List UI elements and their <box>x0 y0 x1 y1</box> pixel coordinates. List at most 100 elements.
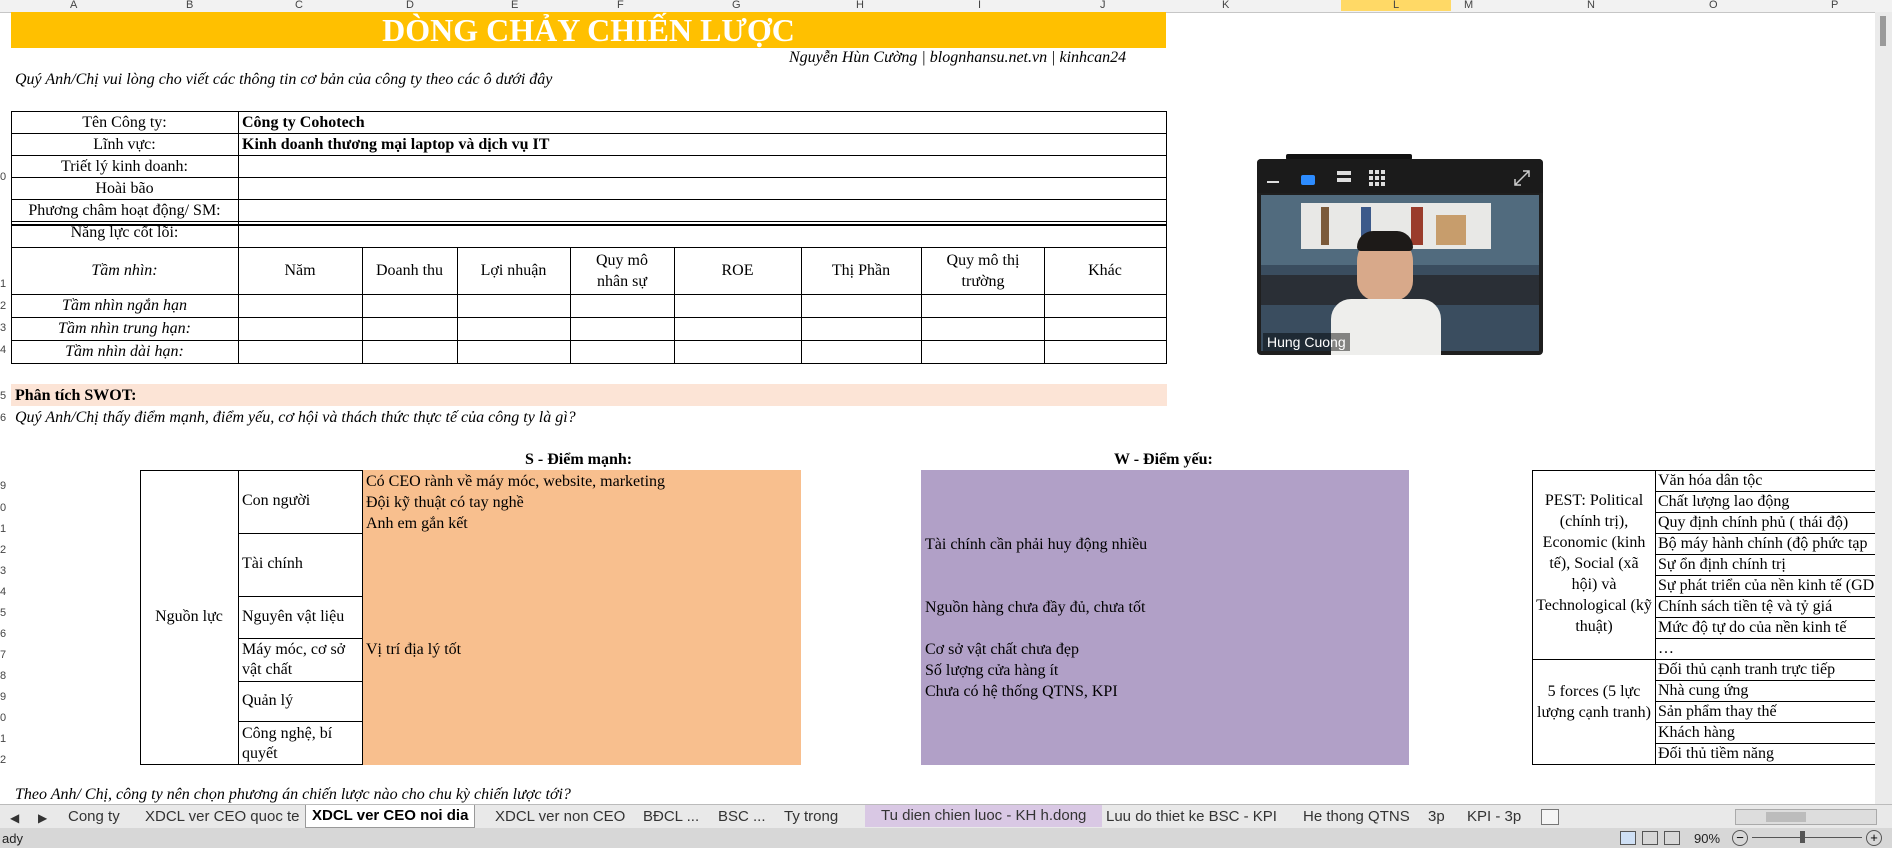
author-line[interactable]: Nguyễn Hùn Cường | blognhansu.net.vn | k… <box>789 49 1126 67</box>
category-materials[interactable]: Nguyên vật liệu <box>242 608 344 626</box>
tab-he-thong-qtns[interactable]: He thong QTNS <box>1303 808 1410 825</box>
row-header[interactable]: 8 <box>0 670 9 682</box>
tab-ty-trong[interactable]: Ty trong <box>784 808 838 825</box>
row-header[interactable]: 0 <box>0 502 9 514</box>
row-header[interactable]: 2 <box>0 754 9 766</box>
vision-row-long[interactable]: Tầm nhìn dài hạn: <box>11 343 238 361</box>
pest-item[interactable]: Chính sách tiền tệ và tỷ giá <box>1658 598 1832 616</box>
row-header[interactable]: 6 <box>0 412 9 424</box>
tab-scroll-left-icon[interactable]: ◀ <box>10 811 19 825</box>
tab-kpi-3p[interactable]: KPI - 3p <box>1467 808 1521 825</box>
zoom-slider-thumb[interactable] <box>1800 831 1805 843</box>
column-header-o[interactable]: O <box>1709 0 1718 11</box>
weaknesses-block[interactable] <box>921 470 1409 765</box>
video-window[interactable]: Hung Cuong <box>1257 159 1543 355</box>
tab-xdcl-ceo-noi-dia[interactable]: XDCL ver CEO noi dia <box>305 805 476 828</box>
strategy-question[interactable]: Theo Anh/ Chị, công ty nên chọn phương á… <box>15 786 571 804</box>
field-value[interactable]: Kinh doanh thương mại laptop và dịch vụ … <box>242 136 549 154</box>
row-header[interactable]: 9 <box>0 691 9 703</box>
category-equipment[interactable]: Máy móc, cơ sở vật chất <box>242 640 360 680</box>
row-header[interactable]: 1 <box>0 278 9 290</box>
vision-col-market-size[interactable]: Quy mô thị trường <box>931 250 1035 292</box>
column-header-g[interactable]: G <box>732 0 741 11</box>
row-header[interactable]: 2 <box>0 544 9 556</box>
pest-label[interactable]: PEST: Political (chính trị), Economic (k… <box>1535 490 1653 637</box>
force-item[interactable]: Đối thủ tiềm năng <box>1658 745 1774 763</box>
zoom-out-icon[interactable]: − <box>1732 830 1748 846</box>
column-header-i[interactable]: I <box>978 0 981 11</box>
force-item[interactable]: Sản phẩm thay thế <box>1658 703 1777 721</box>
column-header-d[interactable]: D <box>406 0 414 11</box>
column-header-j[interactable]: J <box>1100 0 1106 11</box>
column-header-f[interactable]: F <box>617 0 624 11</box>
column-header-p[interactable]: P <box>1831 0 1838 11</box>
core-competence-label[interactable]: Năng lực cốt lõi: <box>11 224 238 242</box>
speaker-view-icon[interactable] <box>1301 175 1315 185</box>
row-header[interactable]: 3 <box>0 565 9 577</box>
row-header[interactable]: 9 <box>0 480 9 492</box>
instruction-text[interactable]: Quý Anh/Chị vui lòng cho viết các thông … <box>15 71 552 89</box>
vision-col-profit[interactable]: Lợi nhuận <box>457 262 570 280</box>
tab-cong-ty[interactable]: Cong ty <box>68 808 120 825</box>
gallery-strip-icon[interactable] <box>1337 171 1351 185</box>
vision-col-headcount[interactable]: Quy mô nhân sự <box>582 250 662 292</box>
strength-item[interactable]: Vị trí địa lý tốt <box>366 641 461 659</box>
scrollbar-thumb[interactable] <box>1880 16 1886 46</box>
category-management[interactable]: Quản lý <box>242 692 293 710</box>
row-header[interactable]: 1 <box>0 523 9 535</box>
tab-bsc[interactable]: BSC ... <box>718 808 766 825</box>
weakness-item[interactable]: Chưa có hệ thống QTNS, KPI <box>925 683 1118 701</box>
tab-3p[interactable]: 3p <box>1428 808 1445 825</box>
pest-item[interactable]: Chất lượng lao động <box>1658 493 1789 511</box>
pest-item[interactable]: Quy định chính phủ ( thái độ) <box>1658 514 1848 532</box>
strength-item[interactable]: Đội kỹ thuật có tay nghề <box>366 494 524 512</box>
pest-item[interactable]: Sự phát triển của nền kinh tế (GD <box>1658 577 1874 595</box>
company-name-label[interactable]: Tên Công ty: <box>11 114 238 132</box>
weaknesses-header[interactable]: W - Điểm yếu: <box>1114 451 1213 469</box>
column-header-m[interactable]: M <box>1464 0 1473 11</box>
five-forces-label[interactable]: 5 forces (5 lực lượng cạnh tranh) <box>1535 681 1653 723</box>
vision-col-other[interactable]: Khác <box>1044 262 1166 280</box>
mission-label[interactable]: Phương châm hoạt động/ SM: <box>11 202 238 220</box>
column-header-h[interactable]: H <box>856 0 864 11</box>
strength-item[interactable]: Anh em gắn kết <box>366 515 468 533</box>
row-header[interactable]: 4 <box>0 344 9 356</box>
vision-col-roe[interactable]: ROE <box>674 262 801 280</box>
page-break-icon[interactable] <box>1664 831 1680 845</box>
row-header[interactable]: 2 <box>0 300 9 312</box>
tab-xdcl-ceo-quoc-te[interactable]: XDCL ver CEO quoc te <box>145 808 300 825</box>
philosophy-label[interactable]: Triết lý kinh doanh: <box>11 158 238 176</box>
company-name-value[interactable]: Công ty Cohotech <box>242 114 365 132</box>
weakness-item[interactable]: Số lượng cửa hàng ít <box>925 662 1058 680</box>
zoom-in-icon[interactable]: + <box>1866 830 1882 846</box>
tab-scroll-right-icon[interactable]: ▶ <box>38 811 47 825</box>
vision-col-year[interactable]: Năm <box>238 262 362 280</box>
column-header-n[interactable]: N <box>1587 0 1595 11</box>
tab-tu-dien-chien-luoc[interactable]: Tu dien chien luoc - KH h.dong <box>865 805 1103 827</box>
field-label[interactable]: Lĩnh vực: <box>11 136 238 154</box>
row-header[interactable]: 0 <box>0 712 9 724</box>
strengths-header[interactable]: S - Điểm mạnh: <box>525 451 632 469</box>
column-header-l[interactable]: L <box>1341 0 1452 11</box>
horizontal-scrollbar[interactable] <box>1735 809 1877 825</box>
ambition-label[interactable]: Hoài bão <box>11 180 238 198</box>
row-header[interactable]: 6 <box>0 628 9 640</box>
weakness-item[interactable]: Nguồn hàng chưa đầy đủ, chưa tốt <box>925 599 1145 617</box>
pest-item[interactable]: Sự ổn định chính trị <box>1658 556 1786 574</box>
resource-label[interactable]: Nguồn lực <box>140 608 238 626</box>
category-technology[interactable]: Công nghệ, bí quyết <box>242 724 360 764</box>
new-sheet-icon[interactable] <box>1541 809 1559 825</box>
vision-header-label[interactable]: Tầm nhìn: <box>11 262 238 280</box>
row-header[interactable]: 1 <box>0 733 9 745</box>
normal-view-icon[interactable] <box>1620 831 1636 845</box>
zoom-level[interactable]: 90% <box>1694 831 1720 846</box>
tab-bdcl[interactable]: BĐCL ... <box>643 808 699 825</box>
pest-item[interactable]: Văn hóa dân tộc <box>1658 472 1762 490</box>
vertical-scrollbar[interactable] <box>1875 12 1892 804</box>
column-header-e[interactable]: E <box>511 0 518 11</box>
scrollbar-thumb[interactable] <box>1766 812 1806 822</box>
force-item[interactable]: Đối thủ cạnh tranh trực tiếp <box>1658 661 1835 679</box>
tab-xdcl-non-ceo[interactable]: XDCL ver non CEO <box>495 808 625 825</box>
force-item[interactable]: Nhà cung ứng <box>1658 682 1748 700</box>
category-people[interactable]: Con người <box>242 492 310 510</box>
